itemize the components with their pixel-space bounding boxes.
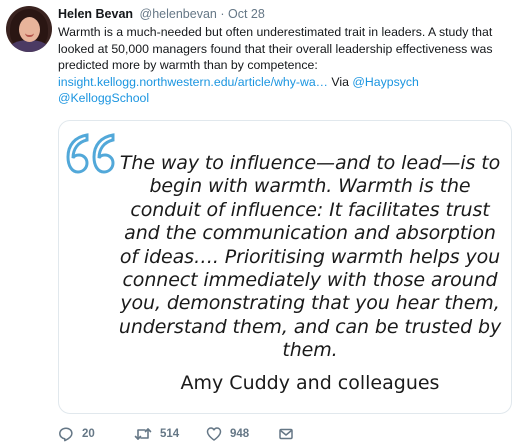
- quote-line: of ideas…. Prioritising warmth helps you: [119, 245, 501, 268]
- quote-line: begin with warmth. Warmth is the: [149, 175, 471, 198]
- quote-mark-icon: [66, 133, 115, 174]
- tweet-text: Warmth is a much-needed but often undere…: [58, 24, 512, 107]
- like-count: 948: [230, 428, 250, 440]
- mention-haypsych[interactable]: @Haypsych: [352, 75, 418, 89]
- quote-line: and the communication and absorption: [124, 222, 496, 245]
- author-name[interactable]: Helen Bevan: [58, 7, 133, 21]
- reply-count: 20: [82, 428, 95, 440]
- retweet-button[interactable]: 514: [134, 426, 206, 442]
- avatar-face: [19, 17, 40, 42]
- reply-button[interactable]: 20: [58, 426, 134, 442]
- quote-line: connect immediately with those around: [122, 269, 498, 292]
- tweet-body-text: Warmth is a much-needed but often undere…: [58, 25, 493, 73]
- quote-line: The way to influence—and to lead—is to: [119, 152, 501, 174]
- tweet-actions: 20 514 948: [58, 424, 294, 444]
- quote-text: The way to influence—and to lead—is to b…: [115, 152, 505, 363]
- quote-line: you, demonstrating that you hear them,: [120, 292, 500, 315]
- tweet[interactable]: Helen Bevan @helenbevan · Oct 28 Warmth …: [0, 0, 520, 446]
- quote-line: them.: [282, 339, 338, 362]
- quote-image-card[interactable]: The way to influence—and to lead—is to b…: [58, 120, 512, 414]
- quote-line: understand them, and can be trusted by: [118, 315, 502, 338]
- reply-icon: [59, 427, 73, 442]
- avatar[interactable]: [6, 6, 52, 52]
- envelope-icon: [279, 428, 293, 440]
- article-link[interactable]: insight.kellogg.northwestern.edu/article…: [58, 75, 328, 89]
- quote-line: conduit of influence: It facilitates tru…: [130, 198, 490, 221]
- via-text: Via: [331, 74, 349, 89]
- heart-icon: [206, 427, 222, 441]
- header-separator: ·: [220, 7, 225, 21]
- retweet-count: 514: [160, 428, 180, 440]
- tweet-content: Helen Bevan @helenbevan · Oct 28 Warmth …: [58, 6, 512, 107]
- like-button[interactable]: 948: [206, 426, 278, 442]
- direct-message-button[interactable]: [278, 426, 294, 442]
- quote-author: Amy Cuddy and colleagues: [180, 372, 440, 394]
- author-handle[interactable]: @helenbevan: [140, 7, 217, 21]
- mention-kelloggschool[interactable]: @KelloggSchool: [58, 91, 149, 105]
- tweet-date[interactable]: Oct 28: [228, 7, 265, 21]
- retweet-icon: [134, 428, 152, 440]
- tweet-header: Helen Bevan @helenbevan · Oct 28: [58, 6, 512, 22]
